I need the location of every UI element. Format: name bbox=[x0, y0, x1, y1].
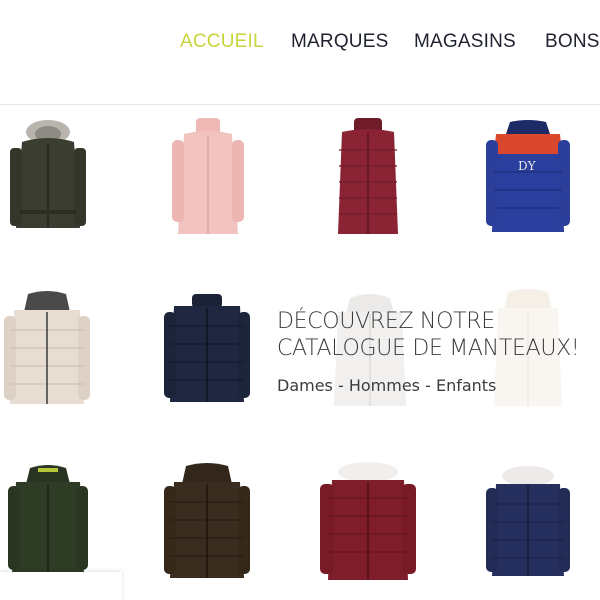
catalog-promo[interactable]: DÉCOUVREZ NOTRE CATALOGUE DE MANTEAUX! D… bbox=[277, 308, 580, 395]
product-blue-red-puffer[interactable]: DY bbox=[486, 120, 570, 236]
nav-item-magasins[interactable]: MAGASINS bbox=[414, 31, 516, 53]
brown-puffer-image bbox=[164, 463, 250, 578]
product-cream-puffer[interactable] bbox=[4, 290, 90, 408]
navy-fur-puffer-image bbox=[486, 466, 570, 576]
nav-divider bbox=[0, 104, 600, 105]
bottom-panel-edge bbox=[0, 572, 122, 600]
product-brown-puffer[interactable] bbox=[164, 462, 250, 580]
navy-puffer-image bbox=[164, 294, 250, 402]
pink-coat-image bbox=[172, 118, 244, 234]
olive-parka-image bbox=[10, 120, 86, 228]
promo-title-line2: CATALOGUE DE MANTEAUX! bbox=[277, 336, 580, 361]
nav-item-accueil[interactable]: ACCUEIL bbox=[180, 31, 264, 53]
product-pink-coat[interactable] bbox=[172, 116, 244, 238]
product-olive-parka[interactable] bbox=[8, 118, 88, 238]
promo-title-line1: DÉCOUVREZ NOTRE bbox=[277, 309, 495, 334]
burgundy-puffer-image bbox=[320, 462, 416, 580]
burgundy-vest-image bbox=[338, 118, 398, 234]
nav-item-bons[interactable]: BONS bbox=[545, 31, 600, 53]
cream-puffer-image bbox=[4, 291, 90, 404]
top-navigation: ACCUEIL MARQUES MAGASINS BONS bbox=[0, 0, 600, 104]
blue-red-puffer-image: DY bbox=[486, 120, 570, 232]
green-jacket-image bbox=[8, 465, 88, 574]
product-navy-fur-puffer[interactable] bbox=[486, 466, 570, 578]
svg-text:DY: DY bbox=[518, 159, 537, 173]
product-burgundy-vest[interactable] bbox=[336, 116, 400, 236]
product-navy-puffer[interactable] bbox=[164, 292, 250, 406]
product-burgundy-puffer[interactable] bbox=[320, 462, 416, 582]
product-green-jacket[interactable] bbox=[8, 464, 88, 576]
promo-subtitle: Dames - Hommes - Enfants bbox=[277, 376, 497, 395]
nav-item-marques[interactable]: MARQUES bbox=[291, 31, 388, 53]
